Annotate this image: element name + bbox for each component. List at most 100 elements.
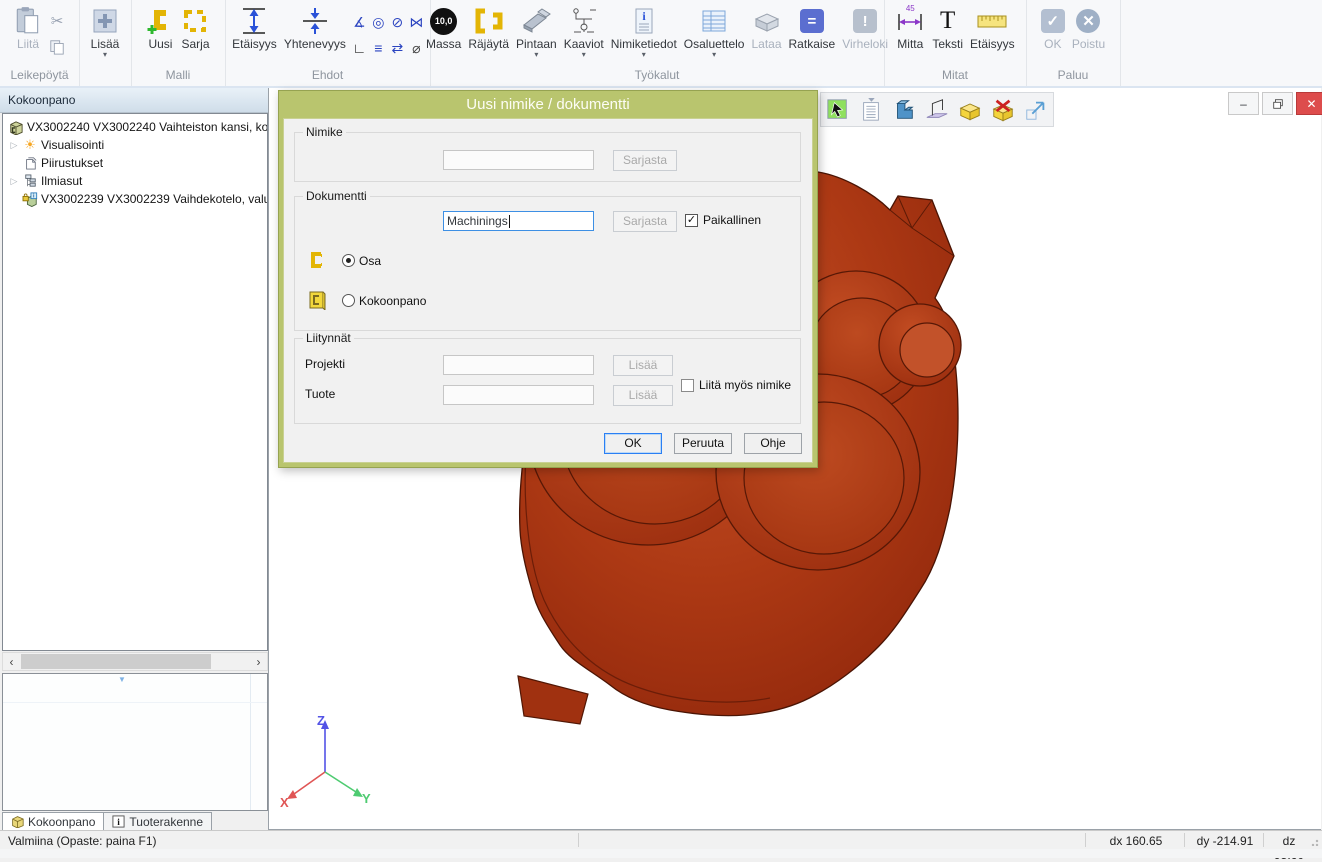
tree-item-root[interactable]: VX3002240 VX3002240 Vaihteiston kansi, k… — [3, 118, 267, 136]
project-input[interactable] — [443, 355, 594, 375]
document-from-series-button[interactable]: Sarjasta — [613, 211, 677, 232]
tangent-constraint-button[interactable]: ⊘ — [388, 9, 407, 35]
ribbon-group-clipboard: Liitä ✂ Leikepöytä — [0, 0, 80, 86]
project-add-button[interactable]: Lisää — [613, 355, 673, 376]
scroll-left-arrow[interactable]: ‹ — [3, 653, 20, 670]
delete-box-icon — [991, 98, 1015, 122]
concentric-constraint-button[interactable]: ◎ — [369, 9, 388, 35]
mass-button[interactable]: 10,0 Massa — [423, 3, 464, 52]
cut-button[interactable]: ✂ — [46, 11, 68, 31]
table-icon — [700, 4, 728, 38]
arrows-icon: ⇄ — [391, 40, 403, 57]
panel-title: Kokoonpano — [8, 93, 75, 107]
part-mode-button[interactable] — [890, 96, 918, 124]
local-checkbox[interactable]: ✓ Paikallinen — [685, 213, 761, 227]
locked-part-icon: i — [21, 192, 39, 207]
tree-item-visualisointi[interactable]: ▷ ☀ Visualisointi — [3, 136, 267, 154]
error-log-icon: ! — [853, 9, 877, 33]
text-button[interactable]: T Teksti — [929, 3, 966, 52]
product-structure-tab-icon: i — [112, 815, 125, 828]
parallel-constraint-button[interactable]: ≡ — [369, 35, 388, 61]
feature-list-button[interactable] — [857, 96, 885, 124]
group-dokumentti: Dokumentti Machinings Sarjasta ✓ Paikall… — [294, 196, 801, 331]
drawings-icon — [21, 156, 39, 170]
paste-button[interactable]: Liitä — [11, 3, 45, 52]
distance-constraint-button[interactable]: Etäisyys — [229, 3, 280, 52]
item-data-button[interactable]: i Nimiketiedot ▾ — [608, 3, 680, 60]
axis-z-label: Z — [317, 713, 325, 728]
solve-icon: = — [800, 9, 824, 33]
part-type-icon — [308, 250, 326, 270]
chevron-down-icon: ▾ — [103, 51, 107, 59]
load-button[interactable]: Lataa — [748, 3, 784, 52]
expander-icon[interactable]: ▷ — [7, 176, 21, 187]
sketch-plane-button[interactable] — [923, 96, 951, 124]
series-button[interactable]: Sarja — [178, 3, 212, 52]
item-info-icon: i — [631, 4, 657, 38]
tree-item-label: VX3002240 VX3002240 Vaihteiston kansi, k… — [25, 120, 268, 134]
schematic-icon — [570, 4, 598, 38]
status-dy: dy -214.91 — [1188, 834, 1262, 848]
ribbon-group-insert: Lisää ▾ — [79, 0, 132, 86]
tree-item-piirustukset[interactable]: Piirustukset — [3, 154, 267, 172]
assembly-radio[interactable] — [342, 294, 355, 307]
new-part-button[interactable]: Uusi — [143, 3, 177, 52]
document-name-input[interactable]: Machinings — [443, 211, 594, 231]
tab-tuoterakenne[interactable]: i Tuoterakenne — [104, 812, 212, 830]
product-add-button[interactable]: Lisää — [613, 385, 673, 406]
tree-item-vx3002239[interactable]: i VX3002239 VX3002239 Vaihdekotelo, valu… — [3, 190, 267, 208]
parts-list-button[interactable]: Osaluettelo ▾ — [681, 3, 748, 60]
cancel-button[interactable]: Peruuta — [674, 433, 732, 454]
collapse-arrow-icon[interactable]: ▼ — [118, 675, 126, 684]
coincidence-constraint-icon — [301, 4, 329, 38]
solve-button[interactable]: = Ratkaise — [786, 3, 839, 52]
copy-button[interactable] — [46, 37, 68, 57]
l-part-icon — [892, 98, 916, 122]
tangent-icon: ⊘ — [391, 14, 403, 31]
distance-constraint-icon — [240, 4, 268, 38]
help-button[interactable]: Ohje — [744, 433, 802, 454]
part-radio[interactable] — [342, 254, 355, 267]
tab-kokoonpano[interactable]: Kokoonpano — [2, 812, 104, 830]
group-caption-leikepoyta: Leikepöytä — [0, 68, 79, 82]
product-input[interactable] — [443, 385, 594, 405]
delete-box-button[interactable] — [989, 96, 1017, 124]
resize-grip[interactable] — [1311, 837, 1320, 846]
ok-return-button[interactable]: ✓ OK — [1038, 3, 1068, 52]
viewport-toolbar — [820, 92, 1054, 127]
perpendicular-constraint-button[interactable]: ∟ — [350, 35, 369, 61]
scroll-right-arrow[interactable]: › — [250, 653, 267, 670]
concentric-icon: ◎ — [372, 14, 384, 31]
status-bar: Valmiina (Opaste: paina F1) dx 160.65 dy… — [0, 830, 1322, 849]
text-caret — [509, 215, 510, 228]
ok-button[interactable]: OK — [604, 433, 662, 454]
minimize-button[interactable]: – — [1228, 92, 1259, 115]
scrollbar-thumb[interactable] — [21, 654, 211, 669]
sketch-plane-icon — [925, 98, 949, 122]
add-button[interactable]: Lisää ▾ — [88, 3, 123, 60]
exit-button[interactable]: ✕ Poistu — [1069, 3, 1108, 52]
close-circle-icon: ✕ — [1076, 9, 1100, 33]
select-mode-button[interactable] — [824, 96, 852, 124]
schematics-button[interactable]: Kaaviot ▾ — [561, 3, 607, 60]
measure-distance-button[interactable]: Etäisyys — [967, 3, 1018, 52]
restore-button[interactable] — [1262, 92, 1293, 115]
expander-icon[interactable]: ▷ — [7, 140, 21, 151]
opposed-arrows-button[interactable]: ⇄ — [388, 35, 407, 61]
attach-item-checkbox[interactable]: Liitä myös nimike — [681, 378, 791, 392]
item-from-series-button[interactable]: Sarjasta — [613, 150, 677, 171]
to-surface-button[interactable]: Pintaan ▾ — [513, 3, 560, 60]
coincidence-constraint-button[interactable]: Yhtenevyys — [281, 3, 349, 52]
tree-horizontal-scrollbar[interactable]: ‹ › — [2, 652, 268, 671]
angle-constraint-button[interactable]: ∡ — [350, 9, 369, 35]
item-code-input[interactable] — [443, 150, 594, 170]
show-box-button[interactable] — [956, 96, 984, 124]
close-button[interactable]: ✕ — [1296, 92, 1322, 115]
tree-item-ilmiasut[interactable]: ▷ Ilmiasut — [3, 172, 267, 190]
explode-button[interactable]: Räjäytä — [465, 3, 512, 52]
assembly-type-icon — [308, 290, 326, 310]
ribbon: Liitä ✂ Leikepöytä Lisää ▾ — [0, 0, 1322, 88]
expand-view-button[interactable] — [1022, 96, 1050, 124]
dimension-button[interactable]: 45 Mitta — [892, 3, 928, 52]
symmetry-icon: ⋈ — [409, 14, 423, 31]
